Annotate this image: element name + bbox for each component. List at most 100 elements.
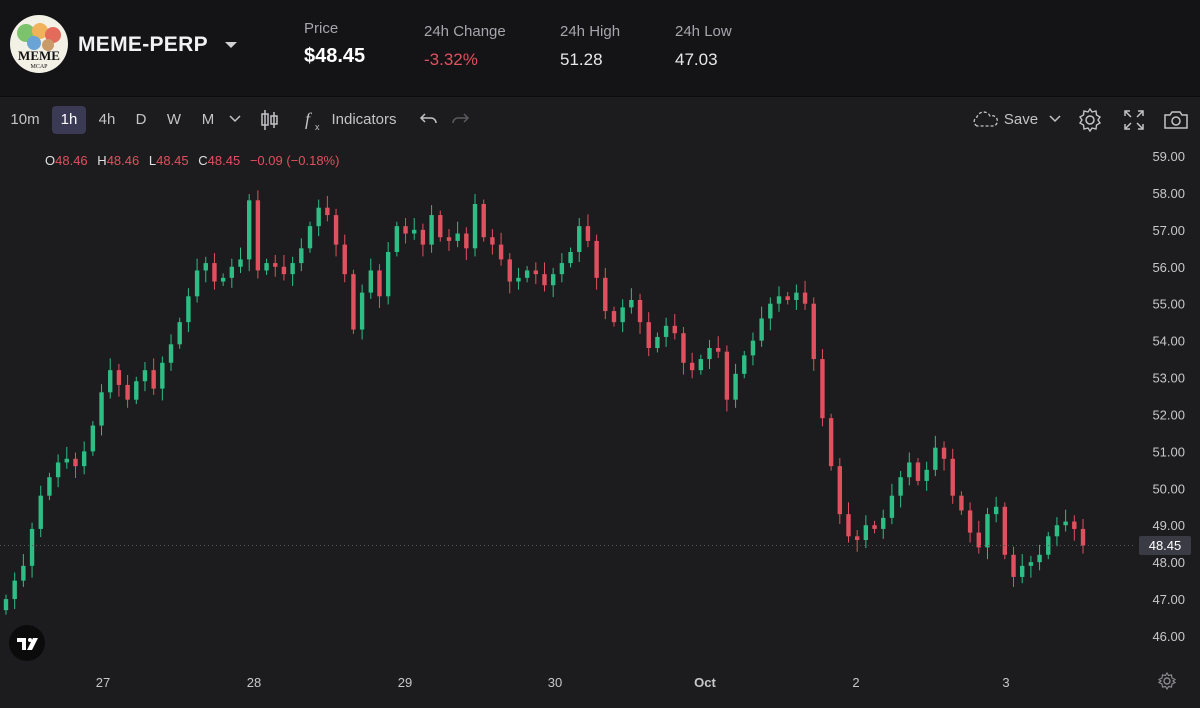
candle[interactable] bbox=[168, 334, 174, 371]
candle[interactable] bbox=[950, 448, 955, 504]
candlestick-chart[interactable]: 59.00 58.00 57.00 56.00 55.00 54.00 53.00 52.00… bbox=[0, 140, 1200, 708]
candle[interactable] bbox=[559, 253, 565, 283]
candle[interactable] bbox=[238, 247, 243, 274]
save-button[interactable]: Save bbox=[1000, 106, 1042, 134]
candle[interactable] bbox=[863, 515, 869, 549]
candle[interactable] bbox=[1063, 509, 1068, 532]
candle[interactable] bbox=[594, 234, 599, 290]
candle[interactable] bbox=[438, 210, 443, 242]
candle[interactable] bbox=[38, 485, 43, 538]
candle[interactable] bbox=[420, 223, 426, 257]
candle[interactable] bbox=[125, 374, 130, 408]
candle[interactable] bbox=[768, 297, 773, 331]
candle[interactable] bbox=[707, 339, 712, 370]
candle[interactable] bbox=[490, 229, 495, 255]
candlestick-icon[interactable] bbox=[258, 108, 280, 132]
candle[interactable] bbox=[385, 242, 391, 305]
candle[interactable] bbox=[316, 199, 321, 237]
candle[interactable] bbox=[967, 502, 973, 543]
candle[interactable] bbox=[924, 461, 929, 491]
candle[interactable] bbox=[672, 314, 677, 340]
candle[interactable] bbox=[1054, 517, 1060, 547]
candle[interactable] bbox=[785, 291, 790, 305]
candle[interactable] bbox=[655, 332, 660, 353]
candle[interactable] bbox=[229, 258, 235, 288]
candle[interactable] bbox=[333, 208, 339, 257]
candle[interactable] bbox=[542, 262, 547, 292]
candle[interactable] bbox=[299, 238, 304, 272]
candle[interactable] bbox=[993, 496, 999, 523]
candle[interactable] bbox=[976, 520, 981, 554]
indicators-button[interactable]: Indicators bbox=[328, 106, 400, 134]
candle[interactable] bbox=[742, 350, 747, 379]
candle[interactable] bbox=[177, 317, 182, 349]
candle[interactable] bbox=[64, 446, 69, 469]
candle[interactable] bbox=[255, 190, 261, 279]
candle[interactable] bbox=[577, 218, 582, 262]
chevron-down-icon[interactable] bbox=[228, 114, 242, 124]
candle[interactable] bbox=[846, 502, 851, 543]
interval-d[interactable]: D bbox=[128, 106, 154, 134]
interval-m[interactable]: M bbox=[194, 106, 222, 134]
candle[interactable] bbox=[325, 195, 330, 222]
candle[interactable] bbox=[307, 221, 313, 253]
candle[interactable] bbox=[1080, 518, 1086, 554]
candle[interactable] bbox=[1020, 554, 1025, 584]
candle[interactable] bbox=[429, 205, 434, 253]
candle[interactable] bbox=[724, 345, 730, 412]
candle[interactable] bbox=[203, 256, 208, 283]
candle[interactable] bbox=[933, 435, 938, 477]
candle[interactable] bbox=[99, 384, 104, 436]
interval-10m[interactable]: 10m bbox=[4, 106, 46, 134]
candle[interactable] bbox=[81, 441, 87, 475]
candle[interactable] bbox=[446, 229, 452, 251]
candle[interactable] bbox=[116, 363, 122, 397]
candle[interactable] bbox=[472, 194, 478, 257]
candle[interactable] bbox=[820, 349, 825, 427]
candle[interactable] bbox=[21, 554, 26, 587]
candle[interactable] bbox=[941, 441, 947, 471]
undo-icon[interactable] bbox=[419, 110, 439, 128]
candle[interactable] bbox=[959, 491, 964, 515]
candle[interactable] bbox=[907, 452, 912, 486]
candle[interactable] bbox=[264, 258, 269, 275]
candle[interactable] bbox=[394, 221, 400, 257]
indicators-icon[interactable]: f x bbox=[303, 108, 325, 132]
candle[interactable] bbox=[1037, 544, 1042, 571]
candle[interactable] bbox=[681, 326, 686, 375]
candle[interactable] bbox=[73, 452, 78, 478]
candle[interactable] bbox=[637, 293, 643, 334]
candle[interactable] bbox=[246, 194, 252, 272]
candle[interactable] bbox=[412, 218, 417, 240]
camera-icon[interactable] bbox=[1162, 108, 1190, 132]
candle[interactable] bbox=[915, 458, 921, 486]
candle[interactable] bbox=[12, 572, 17, 610]
candle[interactable] bbox=[134, 376, 139, 405]
candle[interactable] bbox=[498, 232, 504, 266]
symbol-selector[interactable]: MEME-PERP bbox=[78, 33, 208, 57]
interval-4h[interactable]: 4h bbox=[91, 106, 123, 134]
candle[interactable] bbox=[533, 262, 539, 285]
candle[interactable] bbox=[47, 472, 52, 501]
candle[interactable] bbox=[186, 288, 191, 333]
candle[interactable] bbox=[194, 258, 200, 303]
candle[interactable] bbox=[29, 522, 35, 578]
candle[interactable] bbox=[1028, 555, 1034, 578]
candle[interactable] bbox=[985, 507, 990, 560]
candle[interactable] bbox=[568, 247, 573, 268]
candle[interactable] bbox=[550, 267, 556, 298]
candle[interactable] bbox=[151, 358, 156, 395]
candle[interactable] bbox=[794, 284, 799, 310]
candle[interactable] bbox=[481, 199, 486, 242]
candle[interactable] bbox=[716, 336, 721, 358]
candle[interactable] bbox=[898, 470, 903, 508]
candle[interactable] bbox=[377, 264, 382, 309]
candle[interactable] bbox=[611, 306, 617, 327]
candle[interactable] bbox=[646, 312, 651, 357]
candle[interactable] bbox=[359, 284, 365, 340]
candle[interactable] bbox=[802, 280, 808, 310]
fullscreen-icon[interactable] bbox=[1122, 108, 1146, 132]
tradingview-logo[interactable] bbox=[9, 625, 45, 661]
interval-w[interactable]: W bbox=[160, 106, 188, 134]
candle[interactable] bbox=[776, 286, 782, 312]
